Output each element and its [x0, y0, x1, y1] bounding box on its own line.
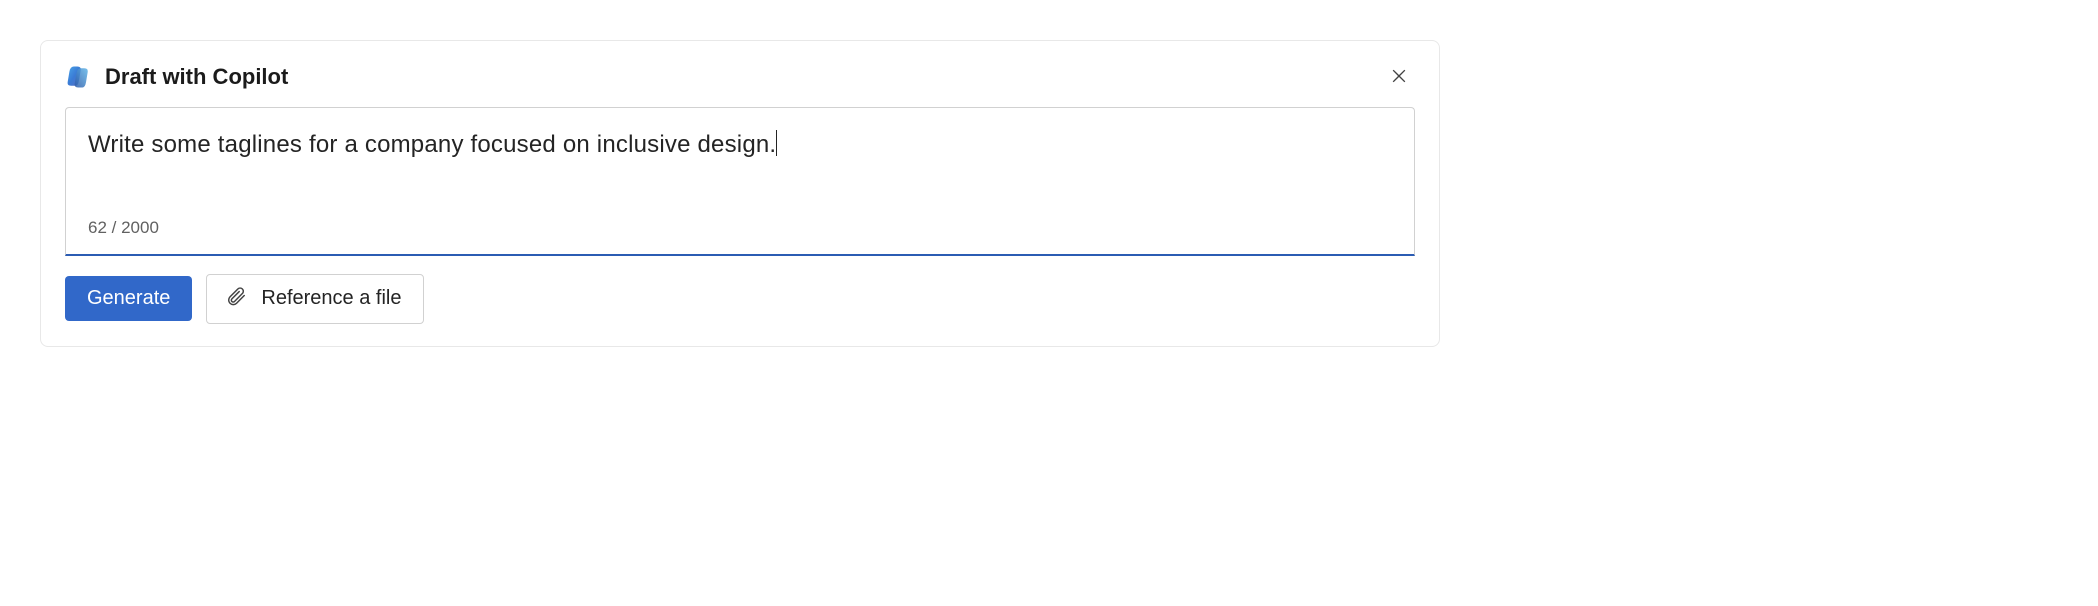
panel-header: Draft with Copilot — [65, 61, 1415, 93]
button-row: Generate Reference a file — [65, 274, 1415, 324]
text-cursor — [776, 130, 777, 156]
attachment-icon — [225, 285, 247, 313]
prompt-text-content: Write some taglines for a company focuse… — [88, 131, 776, 158]
copilot-icon — [65, 63, 93, 91]
close-icon — [1389, 66, 1409, 89]
prompt-input[interactable]: Write some taglines for a company focuse… — [65, 107, 1415, 256]
character-counter: 62 / 2000 — [88, 218, 1392, 238]
generate-button[interactable]: Generate — [65, 276, 192, 321]
prompt-text: Write some taglines for a company focuse… — [88, 128, 1392, 162]
reference-file-label: Reference a file — [261, 287, 401, 310]
reference-file-button[interactable]: Reference a file — [206, 274, 424, 324]
header-left: Draft with Copilot — [65, 63, 288, 91]
close-button[interactable] — [1383, 61, 1415, 93]
panel-title: Draft with Copilot — [105, 64, 288, 90]
copilot-draft-panel: Draft with Copilot Write some taglines f… — [40, 40, 1440, 347]
